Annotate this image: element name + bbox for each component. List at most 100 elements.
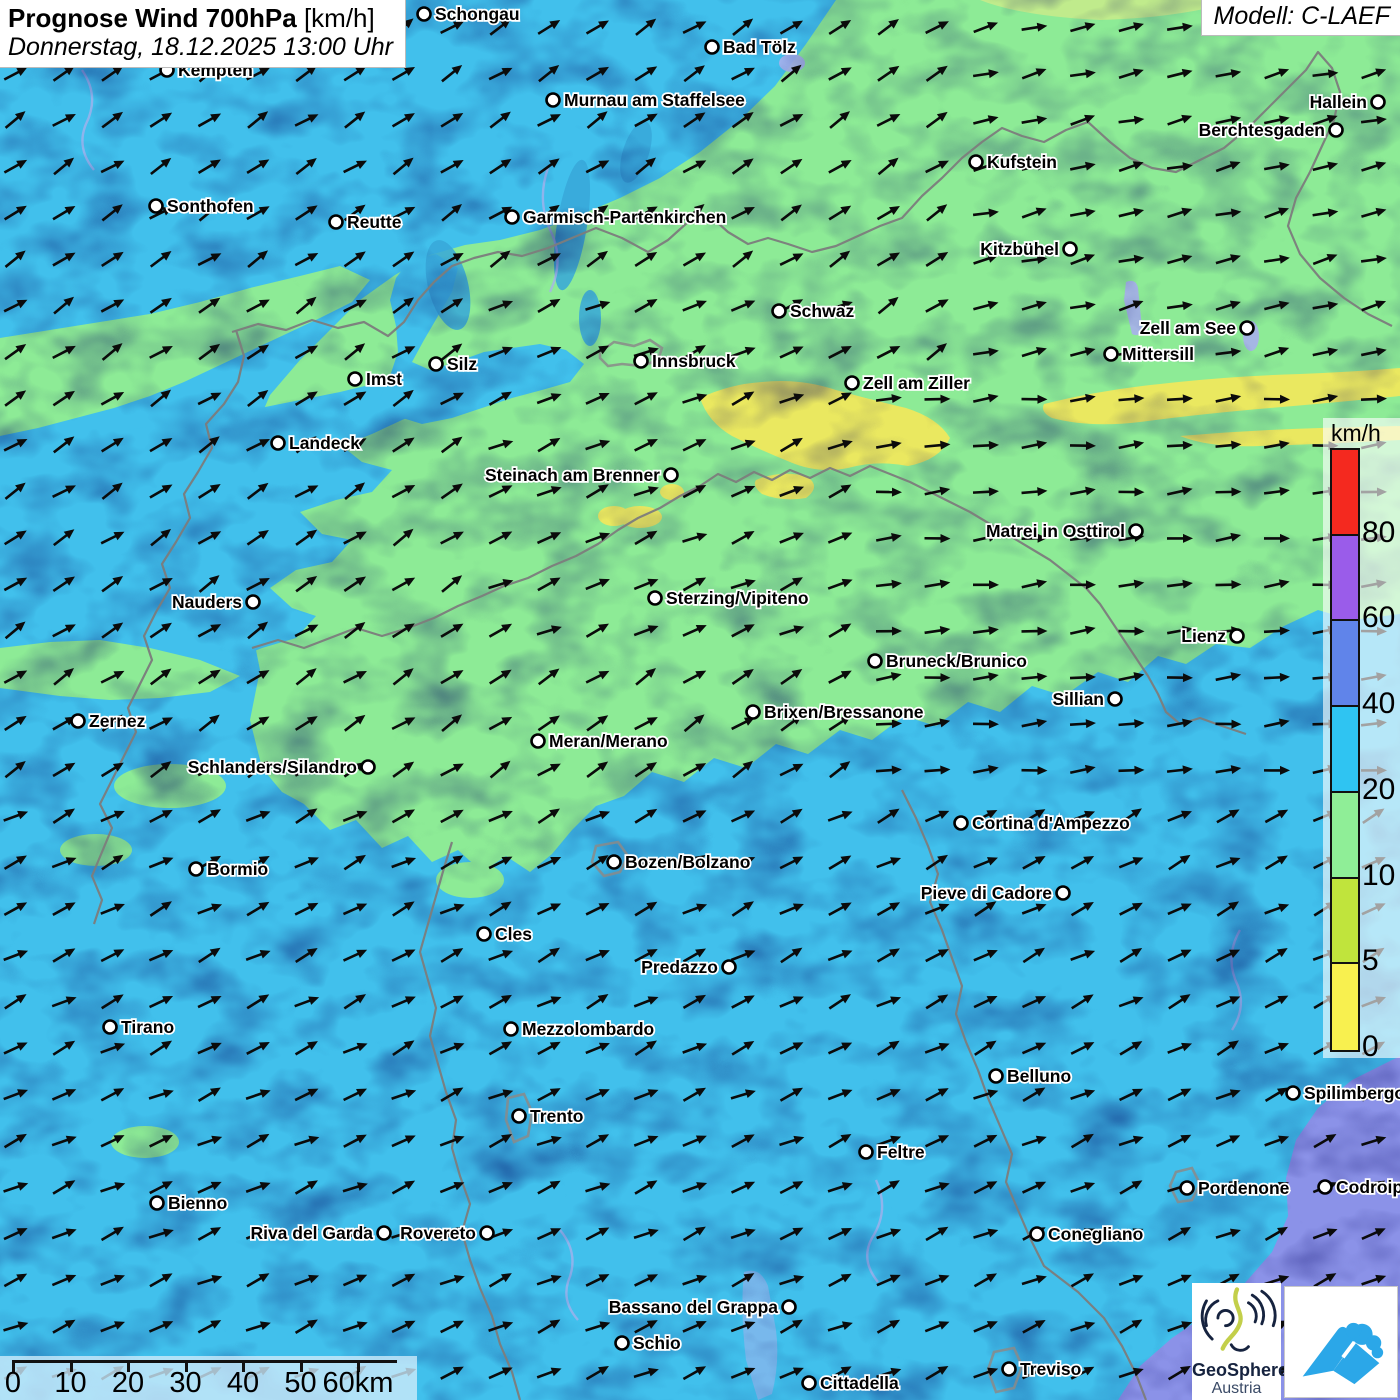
city-label: Kitzbühel (980, 239, 1059, 259)
city-label: Schongau (435, 4, 520, 24)
city-zell-am-ziller: Zell am Ziller (846, 373, 971, 393)
city-label: Schwaz (790, 301, 854, 321)
city-label: Lienz (1181, 626, 1226, 646)
city-schio: Schio (616, 1333, 681, 1353)
city-marker (955, 817, 968, 830)
city-marker (418, 8, 431, 21)
title-unit: [km/h] (297, 3, 375, 33)
city-label: Bormio (207, 859, 268, 879)
city-label: Bad Tölz (723, 37, 796, 57)
city-marker (706, 41, 719, 54)
forecast-datetime: Donnerstag, 18.12.2025 13:00 Uhr (8, 33, 393, 61)
city-marker (1319, 1181, 1332, 1194)
city-label: Codroipo (1336, 1177, 1400, 1197)
geosphere-logo-text: GeoSphere (1192, 1361, 1281, 1380)
city-marker (272, 437, 285, 450)
city-marker (151, 1197, 164, 1210)
city-marker (481, 1227, 494, 1240)
city-label: Pordenone (1198, 1178, 1290, 1198)
city-marker (505, 1023, 518, 1036)
city-silz: Silz (430, 354, 478, 374)
city-marker (665, 469, 678, 482)
city-marker (362, 761, 375, 774)
city-marker (330, 216, 343, 229)
city-sterzing-vipiteno: Sterzing/Vipiteno (649, 588, 809, 608)
city-marker (190, 863, 203, 876)
city-label: Pieve di Cadore (921, 883, 1053, 903)
city-label: Tirano (121, 1017, 174, 1037)
city-label: Treviso (1020, 1359, 1081, 1379)
city-marker (247, 596, 260, 609)
legend-tick-label: 60 (1362, 603, 1395, 633)
city-marker (649, 592, 662, 605)
legend-block-10 (1332, 793, 1358, 879)
city-bozen-bolzano: Bozen/Bolzano (608, 852, 751, 872)
city-label: Schlanders/Silandro (188, 757, 357, 777)
city-label: Imst (366, 369, 402, 389)
geosphere-logo-country: Austria (1192, 1380, 1281, 1398)
city-murnau-am-staffelsee: Murnau am Staffelsee (547, 90, 746, 110)
city-marker (747, 706, 760, 719)
city-marker (635, 355, 648, 368)
city-marker (1064, 243, 1077, 256)
scalebar-tick-label: 60km (318, 1367, 398, 1400)
city-label: Cittadella (820, 1373, 899, 1393)
city-label: Garmisch-Partenkirchen (523, 207, 726, 227)
city-cles: Cles (478, 924, 533, 944)
wind-forecast-map-page: SchongauBad TölzKemptenMurnau am Staffel… (0, 0, 1400, 1400)
geosphere-logo-icon (1195, 1283, 1279, 1355)
city-marker (532, 735, 545, 748)
city-label: Reutte (347, 212, 402, 232)
city-garmisch-partenkirchen: Garmisch-Partenkirchen (506, 207, 727, 227)
city-marker (1241, 322, 1254, 335)
city-label: Meran/Merano (549, 731, 668, 751)
mountain-cloud-logo-icon (1293, 1296, 1389, 1388)
city-bassano-del-grappa: Bassano del Grappa (609, 1297, 796, 1317)
city-label: Predazzo (641, 957, 718, 977)
city-marker (860, 1146, 873, 1159)
city-spilimbergo: Spilimbergo (1287, 1083, 1400, 1103)
city-label: Trento (530, 1106, 583, 1126)
city-matrei-in-osttirol: Matrei in Osttirol (986, 521, 1143, 541)
city-marker (616, 1337, 629, 1350)
legend-block-40 (1332, 621, 1358, 707)
city-label: Bruneck/Brunico (886, 651, 1027, 671)
title-box: Prognose Wind 700hPa [km/h] Donnerstag, … (0, 0, 406, 68)
legend-tick-label: 10 (1362, 861, 1395, 891)
city-imst: Imst (349, 369, 403, 389)
city-marker (1003, 1363, 1016, 1376)
title-text: Prognose Wind 700hPa (8, 3, 297, 33)
city-marker (1231, 630, 1244, 643)
city-marker (1130, 525, 1143, 538)
city-marker (378, 1227, 391, 1240)
city-bruneck-brunico: Bruneck/Brunico (869, 651, 1028, 671)
city-marker (1105, 348, 1118, 361)
legend-tick-label: 20 (1362, 775, 1395, 805)
legend-unit-label: km/h (1331, 420, 1381, 447)
legend-tick-label: 5 (1362, 946, 1379, 976)
city-feltre: Feltre (860, 1142, 925, 1162)
city-label: Feltre (877, 1142, 925, 1162)
legend-block-5 (1332, 879, 1358, 965)
city-label: Spilimbergo (1304, 1083, 1400, 1103)
city-label: Bassano del Grappa (609, 1297, 778, 1317)
city-label: Brixen/Bressanone (764, 702, 924, 722)
legend-tick-label: 0 (1362, 1032, 1379, 1062)
city-label: Sillian (1052, 689, 1104, 709)
city-label: Kufstein (987, 152, 1057, 172)
city-marker (608, 856, 621, 869)
city-label: Bozen/Bolzano (625, 852, 750, 872)
map-canvas: SchongauBad TölzKemptenMurnau am Staffel… (0, 0, 1400, 1400)
legend-block-0 (1332, 964, 1358, 1050)
city-label: Belluno (1007, 1066, 1071, 1086)
city-label: Rovereto (400, 1223, 476, 1243)
city-label: Cortina d'Ampezzo (972, 813, 1130, 833)
city-marker (803, 1377, 816, 1390)
city-marker (150, 200, 163, 213)
geosphere-logo-box: GeoSphere Austria (1192, 1283, 1281, 1400)
city-label: Mittersill (1122, 344, 1194, 364)
city-marker (1109, 693, 1122, 706)
city-marker (506, 211, 519, 224)
city-marker (1031, 1228, 1044, 1241)
legend-color-ramp (1330, 448, 1360, 1052)
